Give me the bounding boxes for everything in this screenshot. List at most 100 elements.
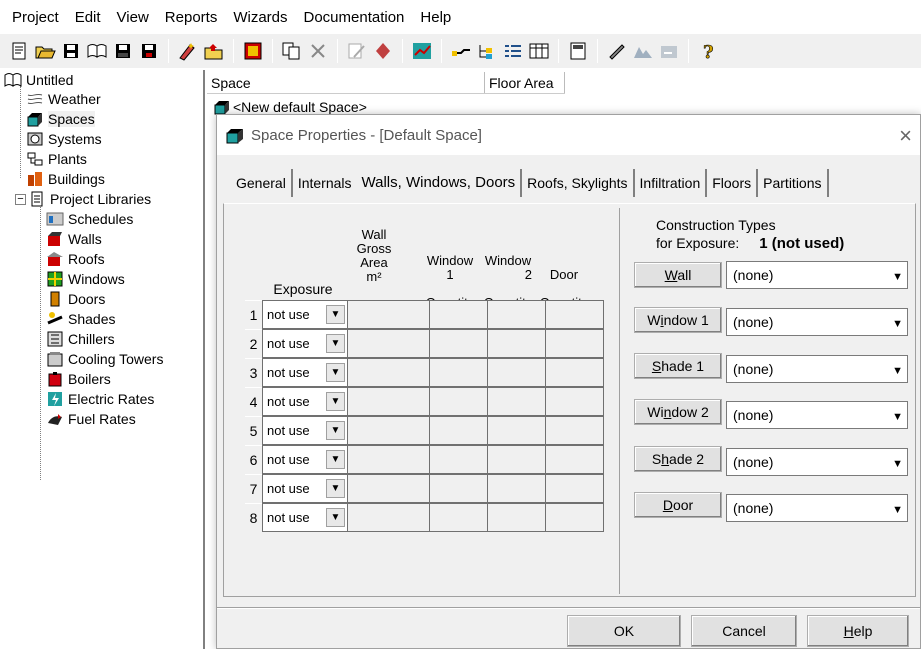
dropdown-arrow-icon[interactable]: ▼ — [892, 497, 903, 523]
door-quantity-cell[interactable] — [546, 329, 604, 358]
tab-general[interactable]: General — [231, 169, 293, 197]
dropdown-arrow-icon[interactable]: ▼ — [892, 451, 903, 477]
window1-quantity-cell[interactable] — [430, 300, 488, 329]
exposure-select[interactable]: not use ▼ — [262, 445, 348, 474]
help-button[interactable]: Help — [807, 615, 909, 647]
tree-item-walls[interactable]: Walls — [46, 229, 102, 249]
column-floor-area[interactable]: Floor Area — [485, 72, 565, 93]
copy-icon[interactable] — [281, 40, 303, 62]
tab-infiltration[interactable]: Infiltration — [635, 169, 708, 197]
window2-quantity-cell[interactable] — [488, 445, 546, 474]
menu-edit[interactable]: Edit — [67, 9, 109, 26]
window2-construction-select[interactable]: (none) ▼ — [726, 401, 908, 429]
wall-area-cell[interactable] — [348, 387, 430, 416]
door-quantity-cell[interactable] — [546, 503, 604, 532]
calculator-icon[interactable] — [567, 40, 589, 62]
window1-quantity-cell[interactable] — [430, 416, 488, 445]
window2-quantity-cell[interactable] — [488, 358, 546, 387]
exposure-select[interactable]: not use ▼ — [262, 329, 348, 358]
new-icon[interactable] — [8, 40, 30, 62]
tree-item-electric-rates[interactable]: Electric Rates — [46, 389, 154, 409]
window1-quantity-cell[interactable] — [430, 474, 488, 503]
shade2-button[interactable]: Shade 2 — [634, 446, 722, 472]
door-quantity-cell[interactable] — [546, 445, 604, 474]
tree-item-schedules[interactable]: Schedules — [46, 209, 133, 229]
list-icon[interactable] — [502, 40, 524, 62]
window1-quantity-cell[interactable] — [430, 329, 488, 358]
exposure-select[interactable]: not use ▼ — [262, 358, 348, 387]
edit-icon[interactable] — [346, 40, 368, 62]
dropdown-arrow-icon[interactable]: ▼ — [326, 450, 345, 469]
tab-internals[interactable]: Internals — [293, 169, 357, 197]
wall-area-cell[interactable] — [348, 329, 430, 358]
tree-item-fuel-rates[interactable]: Fuel Rates — [46, 409, 136, 429]
diamond-icon[interactable] — [372, 40, 394, 62]
shade2-construction-select[interactable]: (none) ▼ — [726, 448, 908, 476]
wall-construction-select[interactable]: (none) ▼ — [726, 261, 908, 289]
tab-floors[interactable]: Floors — [707, 169, 759, 197]
shade1-construction-select[interactable]: (none) ▼ — [726, 355, 908, 383]
grid-icon[interactable] — [242, 40, 264, 62]
dropdown-arrow-icon[interactable]: ▼ — [326, 508, 345, 527]
tree-item-doors[interactable]: Doors — [46, 289, 105, 309]
door-quantity-cell[interactable] — [546, 387, 604, 416]
wall-area-cell[interactable] — [348, 503, 430, 532]
report-icon[interactable] — [632, 40, 654, 62]
wizard-icon[interactable] — [177, 40, 199, 62]
wall-area-cell[interactable] — [348, 445, 430, 474]
tree-icon[interactable] — [476, 40, 498, 62]
wall-area-cell[interactable] — [348, 300, 430, 329]
dropdown-arrow-icon[interactable]: ▼ — [892, 358, 903, 384]
window2-quantity-cell[interactable] — [488, 416, 546, 445]
cancel-button[interactable]: Cancel — [691, 615, 797, 647]
delete-icon[interactable] — [307, 40, 329, 62]
door-quantity-cell[interactable] — [546, 300, 604, 329]
menu-project[interactable]: Project — [4, 9, 67, 26]
collapse-icon[interactable]: − — [15, 194, 26, 205]
tree-item-chillers[interactable]: Chillers — [46, 329, 115, 349]
door-quantity-cell[interactable] — [546, 358, 604, 387]
door-button[interactable]: Door — [634, 492, 722, 518]
door-quantity-cell[interactable] — [546, 474, 604, 503]
tree-item-spaces[interactable]: Spaces — [26, 109, 95, 129]
tree-item-cooling-towers[interactable]: Cooling Towers — [46, 349, 163, 369]
exposure-select[interactable]: not use ▼ — [262, 416, 348, 445]
export-icon[interactable] — [658, 40, 680, 62]
exposure-select[interactable]: not use ▼ — [262, 474, 348, 503]
window1-button[interactable]: Window 1 — [634, 307, 722, 333]
wall-button[interactable]: Wall — [634, 262, 722, 288]
close-icon[interactable]: × — [899, 123, 912, 149]
tree-item-project-libraries[interactable]: Project Libraries — [28, 189, 151, 209]
tree-item-buildings[interactable]: Buildings — [26, 169, 105, 189]
window2-quantity-cell[interactable] — [488, 503, 546, 532]
folder-up-icon[interactable] — [203, 40, 225, 62]
tree-item-systems[interactable]: Systems — [26, 129, 102, 149]
tree-item-shades[interactable]: Shades — [46, 309, 115, 329]
window2-quantity-cell[interactable] — [488, 329, 546, 358]
library-icon[interactable] — [86, 40, 108, 62]
dropdown-arrow-icon[interactable]: ▼ — [892, 311, 903, 337]
wall-area-cell[interactable] — [348, 416, 430, 445]
dropdown-arrow-icon[interactable]: ▼ — [326, 305, 345, 324]
dropdown-arrow-icon[interactable]: ▼ — [326, 363, 345, 382]
door-quantity-cell[interactable] — [546, 416, 604, 445]
table-icon[interactable] — [528, 40, 550, 62]
save-all-icon[interactable] — [138, 40, 160, 62]
chart-icon[interactable] — [411, 40, 433, 62]
tab-walls-windows-doors[interactable]: Walls, Windows, Doors — [357, 169, 523, 197]
window2-quantity-cell[interactable] — [488, 387, 546, 416]
window1-quantity-cell[interactable] — [430, 358, 488, 387]
tree-item-roofs[interactable]: Roofs — [46, 249, 105, 269]
ok-button[interactable]: OK — [567, 615, 681, 647]
menu-reports[interactable]: Reports — [157, 9, 226, 26]
window2-quantity-cell[interactable] — [488, 300, 546, 329]
column-space[interactable]: Space — [207, 72, 485, 93]
shade1-button[interactable]: Shade 1 — [634, 353, 722, 379]
menu-wizards[interactable]: Wizards — [225, 9, 295, 26]
menu-view[interactable]: View — [109, 9, 157, 26]
dropdown-arrow-icon[interactable]: ▼ — [326, 334, 345, 353]
window1-quantity-cell[interactable] — [430, 387, 488, 416]
save-as-icon[interactable] — [112, 40, 134, 62]
window1-construction-select[interactable]: (none) ▼ — [726, 308, 908, 336]
dropdown-arrow-icon[interactable]: ▼ — [326, 392, 345, 411]
